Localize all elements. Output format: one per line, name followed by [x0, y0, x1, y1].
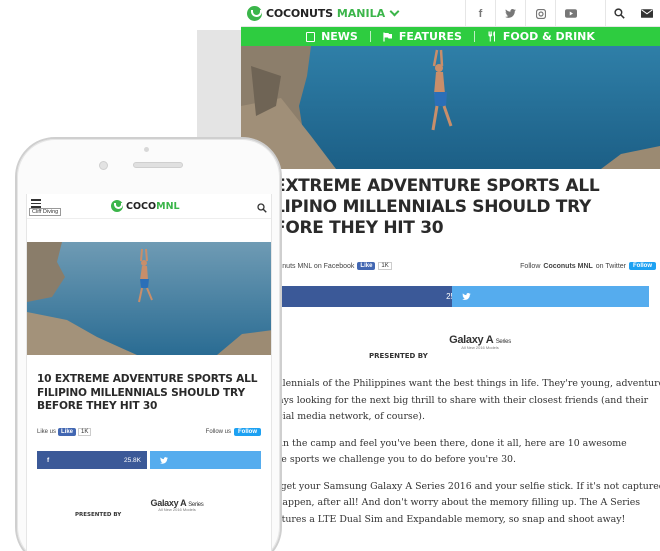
paragraph: re in the camp and feel you've been ther…: [267, 437, 627, 466]
youtube-icon[interactable]: [555, 0, 585, 27]
twitter-icon: [462, 293, 471, 300]
twitter-follow-button[interactable]: Follow: [629, 262, 656, 270]
logo-text: COCONUTS: [266, 7, 333, 20]
logo-text: COCO: [126, 200, 157, 212]
twitter-follow-button[interactable]: Follow: [234, 428, 261, 436]
mobile-logo[interactable]: COCO MNL: [111, 200, 180, 212]
hero-image: [27, 242, 271, 355]
presented-by-label: PRESENTED BY: [369, 352, 428, 360]
category-tag[interactable]: Cliff Diving: [29, 208, 62, 216]
sponsor-logo[interactable]: Galaxy A Series All New 2016 Models: [137, 498, 217, 512]
phone-mockup: Cliff Diving COCO MNL 10 EXTREME ADVENTU…: [15, 137, 282, 551]
nav-item-features[interactable]: FEATURES: [371, 27, 474, 46]
share-count: 25.8K: [124, 456, 141, 464]
title-line: BEFORE THEY HIT 30: [37, 400, 158, 412]
paragraph: forget your Samsung Galaxy A Series 2016…: [267, 480, 660, 525]
header-tools: [605, 0, 660, 27]
cutlery-icon: [488, 31, 495, 42]
title-line: FILIPINO MILLENNIALS SHOULD TRY: [37, 386, 245, 399]
follow-suffix: on Twitter: [595, 262, 626, 270]
main-nav: NEWS FEATURES FOOD & DRINK: [241, 27, 660, 46]
document-icon: [306, 31, 316, 42]
like-prefix: Like us: [37, 429, 57, 435]
logo-city: MNL: [156, 200, 180, 212]
facebook-like-button[interactable]: Like: [58, 428, 77, 436]
nav-label: FEATURES: [398, 30, 462, 43]
twitter-share-button[interactable]: [150, 451, 261, 469]
social-links: f: [465, 0, 585, 27]
twitter-follow-widget: Follow Coconuts MNL on Twitter Follow: [520, 262, 656, 270]
facebook-icon[interactable]: f: [465, 0, 495, 27]
facebook-like-button[interactable]: Like: [357, 262, 376, 270]
paragraph: Millennials of the Philippines want the …: [267, 378, 660, 422]
presented-by-label: PRESENTED BY: [75, 512, 122, 518]
logo-city: MANILA: [336, 7, 386, 20]
follow-prefix: Follow us: [205, 429, 231, 435]
search-icon[interactable]: [257, 200, 267, 218]
sponsor-logo[interactable]: Galaxy A Series All New 2016 Models: [435, 334, 525, 350]
chevron-down-icon[interactable]: [389, 6, 400, 17]
mail-icon[interactable]: [633, 0, 660, 27]
phone-sensor: [144, 147, 149, 152]
twitter-share-button[interactable]: [452, 286, 649, 307]
article-body: Millennials of the Philippines want the …: [267, 376, 660, 538]
facebook-share-button[interactable]: 25.8K: [271, 286, 475, 307]
phone-camera: [99, 161, 108, 170]
sponsor-sub: All New 2016 Models: [158, 507, 196, 512]
nav-item-news[interactable]: NEWS: [294, 27, 370, 46]
coconuts-leaf-logo-icon: [111, 200, 123, 212]
mobile-header: Cliff Diving COCO MNL: [27, 194, 271, 219]
site-header: COCONUTS MANILA f: [241, 0, 660, 27]
facebook-like-widget: Like us Like 1K: [37, 428, 92, 436]
like-prefix: oconuts MNL on Facebook: [271, 262, 355, 270]
nav-label: FOOD & DRINK: [502, 30, 595, 43]
facebook-share-button[interactable]: f 25.8K: [37, 451, 147, 469]
article-title: 10 EXTREME ADVENTURE SPORTS ALL FILIPINO…: [37, 373, 267, 414]
like-count: 1K: [78, 428, 92, 436]
article-title: EXTREME ADVENTURE SPORTS ALL LIPINO MILL…: [274, 176, 654, 239]
facebook-icon: f: [47, 456, 50, 464]
hero-image: [241, 46, 660, 169]
facebook-like-widget: oconuts MNL on Facebook Like 1K: [271, 262, 392, 270]
social-follow-row: oconuts MNL on Facebook Like 1K Follow C…: [271, 262, 656, 274]
twitter-follow-widget: Follow us Follow: [206, 428, 261, 436]
coconuts-leaf-logo-icon: [247, 6, 262, 21]
follow-prefix: Follow: [520, 262, 541, 270]
title-line: FORE THEY HIT 30: [274, 218, 444, 238]
title-line: LIPINO MILLENNIALS SHOULD TRY: [274, 197, 591, 217]
nav-item-food-drink[interactable]: FOOD & DRINK: [475, 27, 607, 46]
site-logo[interactable]: COCONUTS MANILA: [247, 5, 400, 22]
search-icon[interactable]: [606, 0, 633, 27]
phone-speaker: [133, 162, 183, 168]
follow-account: Coconuts MNL: [543, 262, 593, 270]
instagram-icon[interactable]: [525, 0, 555, 27]
nav-label: NEWS: [321, 30, 358, 43]
flag-icon: [383, 32, 392, 41]
title-line: EXTREME ADVENTURE SPORTS ALL: [274, 176, 600, 196]
twitter-icon: [160, 456, 168, 464]
title-line: 10 EXTREME ADVENTURE SPORTS ALL: [37, 373, 258, 385]
phone-screen: Cliff Diving COCO MNL 10 EXTREME ADVENTU…: [26, 194, 272, 551]
like-count: 1K: [378, 262, 392, 270]
twitter-icon[interactable]: [495, 0, 525, 27]
